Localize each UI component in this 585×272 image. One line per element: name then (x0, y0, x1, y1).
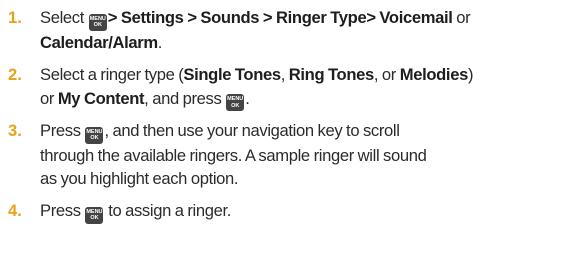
instruction-steps: 1. Select MENU OK > Settings > Sounds > Ri… (0, 0, 585, 272)
step-number: 3. (8, 121, 22, 140)
menu-option: Ring Tones (288, 65, 374, 84)
step-item: 4. Press MENU OK to assign a ringer. (0, 199, 577, 224)
menu-option: Melodies (399, 65, 469, 84)
menu-ok-key-icon: MENU OK (85, 206, 104, 224)
menu-path: > Settings > Sounds > Ringer Type> Voice… (107, 8, 453, 27)
menu-option: Calendar/Alarm (40, 32, 158, 52)
step-number: 2. (8, 65, 22, 84)
step-text: Press MENU OK, and then use your navigati… (40, 121, 427, 188)
step-item: 1. Select MENU OK > Settings > Sounds > Ri… (0, 6, 577, 54)
step-text: Select a ringer type (Single Tones, Ring… (40, 63, 577, 111)
menu-option: Single Tones (183, 65, 281, 84)
menu-ok-key-icon: MENU OK (88, 13, 107, 31)
step-number: 1. (8, 8, 22, 27)
step-text: Press MENU OK to assign a ringer. (40, 199, 577, 224)
menu-option: My Content (57, 88, 145, 108)
step-item: 2. Select a ringer type (Single Tones, R… (0, 63, 577, 111)
step-text: Select MENU OK > Settings > Sounds > Ringe… (40, 8, 471, 52)
step-text-fragment: or (456, 8, 471, 27)
step-text-fragment: Select (40, 8, 85, 27)
step-number: 4. (8, 201, 22, 220)
step-item: 3. Press MENU OK, and then use your navig… (0, 119, 577, 191)
menu-ok-key-icon: MENU OK (226, 94, 245, 111)
menu-ok-key-icon: MENU OK (85, 126, 104, 144)
